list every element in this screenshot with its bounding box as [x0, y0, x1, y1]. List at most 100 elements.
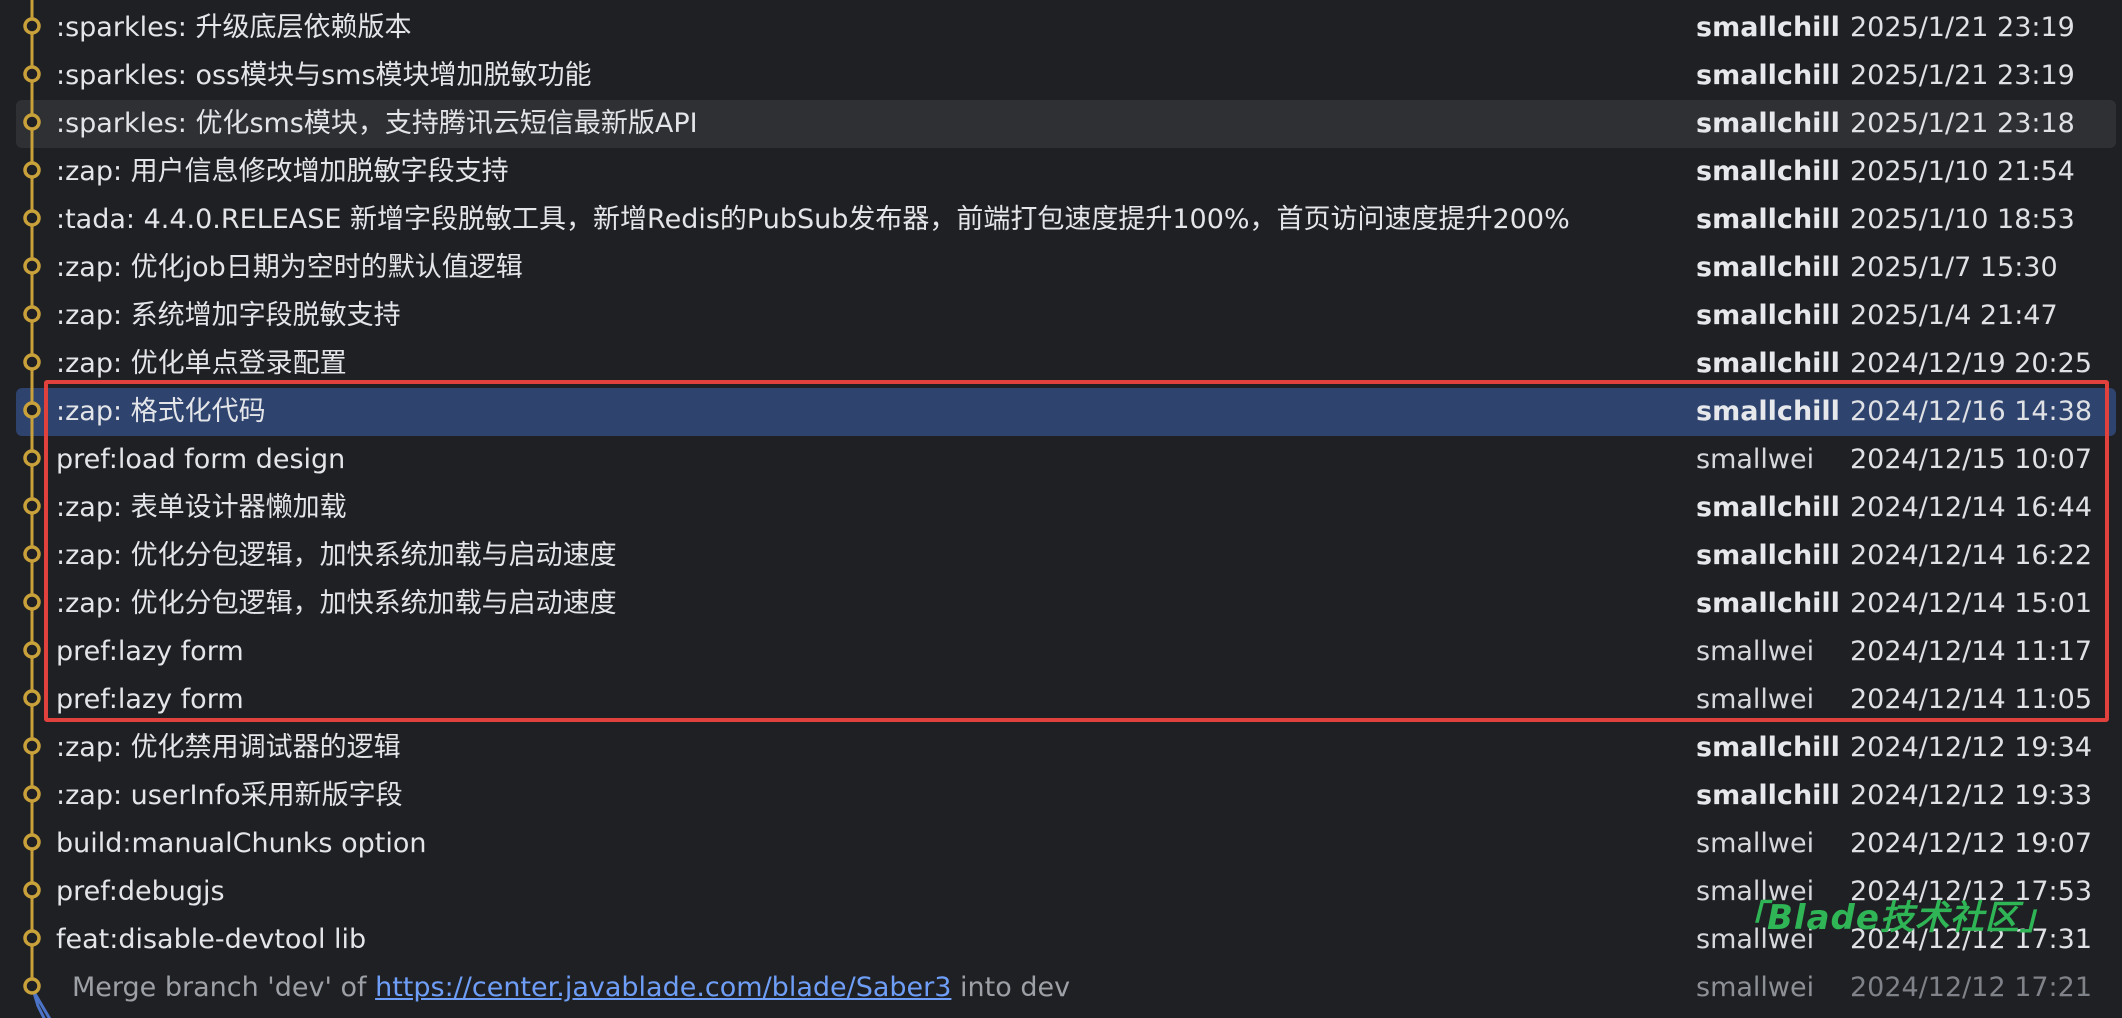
commit-author: smallwei — [1696, 924, 1815, 955]
commit-author: smallwei — [1696, 636, 1815, 667]
commit-date: 2024/12/12 17:53 — [1850, 876, 2093, 907]
commit-date: 2025/1/4 21:47 — [1850, 300, 2058, 331]
commit-row[interactable]: :zap: 表单设计器懒加载 smallchill 2024/12/14 16:44 — [16, 484, 2116, 532]
commit-node — [23, 65, 41, 83]
commit-message: :zap: 优化分包逻辑，加快系统加载与启动速度 — [56, 588, 617, 619]
commit-row[interactable]: :zap: 用户信息修改增加脱敏字段支持 smallchill 2025/1/10 … — [16, 148, 2116, 196]
commit-message: Merge branch 'dev' of https://center.jav… — [72, 964, 1070, 1012]
commit-date: 2024/12/14 11:17 — [1850, 636, 2093, 667]
commit-author: smallwei — [1696, 684, 1815, 715]
commit-message: :zap: 用户信息修改增加脱敏字段支持 — [56, 156, 509, 187]
commit-message: pref:debugjs — [56, 876, 225, 907]
commit-row[interactable]: pref:debugjs smallwei 2024/12/12 17:53 — [16, 868, 2116, 916]
commit-row-merge[interactable]: Merge branch 'dev' of https://center.jav… — [16, 964, 2116, 1012]
commit-author: smallwei — [1696, 972, 1815, 1003]
commit-author: smallchill — [1696, 300, 1840, 331]
commit-author: smallchill — [1696, 732, 1840, 763]
commit-row[interactable]: pref:lazy form smallwei 2024/12/14 11:17 — [16, 628, 2116, 676]
commit-node — [23, 209, 41, 227]
commit-row[interactable]: :zap: 优化禁用调试器的逻辑 smallchill 2024/12/12 19:… — [16, 724, 2116, 772]
commit-message: :sparkles: 优化sms模块，支持腾讯云短信最新版API — [56, 108, 698, 139]
commit-author: smallwei — [1696, 444, 1815, 475]
merge-message-suffix: into dev — [951, 972, 1071, 1003]
commit-author: smallchill — [1696, 12, 1840, 43]
commit-message: :zap: 优化job日期为空时的默认值逻辑 — [56, 252, 523, 283]
commit-node — [23, 113, 41, 131]
commit-node — [23, 689, 41, 707]
commit-node — [23, 737, 41, 755]
commit-row[interactable]: :sparkles: 升级底层依赖版本 smallchill 2025/1/21 2… — [16, 4, 2116, 52]
commit-message: :sparkles: 升级底层依赖版本 — [56, 12, 412, 43]
commit-node — [23, 161, 41, 179]
commit-author: smallchill — [1696, 252, 1840, 283]
commit-message: feat:disable-devtool lib — [56, 924, 367, 955]
commit-node — [23, 17, 41, 35]
commit-date: 2024/12/19 20:25 — [1850, 348, 2093, 379]
commit-date: 2025/1/21 23:19 — [1850, 12, 2075, 43]
commit-row[interactable]: :zap: 系统增加字段脱敏支持 smallchill 2025/1/4 21:47 — [16, 292, 2116, 340]
commit-node — [23, 305, 41, 323]
commit-node — [23, 545, 41, 563]
commit-node — [23, 929, 41, 947]
commit-message: :sparkles: oss模块与sms模块增加脱敏功能 — [56, 60, 592, 91]
commit-date: 2025/1/7 15:30 — [1850, 252, 2058, 283]
commit-node — [23, 641, 41, 659]
commit-message: :tada: 4.4.0.RELEASE 新增字段脱敏工具，新增Redis的Pu… — [56, 204, 1570, 235]
commit-author: smallchill — [1696, 540, 1840, 571]
commit-message: :zap: 优化禁用调试器的逻辑 — [56, 732, 401, 763]
commit-message: pref:lazy form — [56, 636, 244, 667]
commit-author: smallchill — [1696, 156, 1840, 187]
commit-node — [23, 497, 41, 515]
commit-row[interactable]: feat:disable-devtool lib smallwei 2024/12/… — [16, 916, 2116, 964]
commit-log: :sparkles: 升级底层依赖版本 smallchill 2025/1/21 2… — [0, 0, 2122, 1018]
commit-date: 2024/12/12 17:31 — [1850, 924, 2093, 955]
commit-node — [23, 785, 41, 803]
commit-date: 2024/12/14 16:44 — [1850, 492, 2093, 523]
commit-author: smallchill — [1696, 492, 1840, 523]
commit-node — [23, 833, 41, 851]
commit-date: 2024/12/12 19:33 — [1850, 780, 2093, 811]
commit-message: :zap: 优化分包逻辑，加快系统加载与启动速度 — [56, 540, 617, 571]
commit-row[interactable]: :tada: 4.4.0.RELEASE 新增字段脱敏工具，新增Redis的Pu… — [16, 196, 2116, 244]
commit-row[interactable]: :zap: 优化job日期为空时的默认值逻辑 smallchill 2025/1/7… — [16, 244, 2116, 292]
commit-date: 2024/12/14 16:22 — [1850, 540, 2093, 571]
commit-date: 2024/12/14 15:01 — [1850, 588, 2093, 619]
commit-author: smallchill — [1696, 588, 1840, 619]
commit-node — [23, 593, 41, 611]
merge-source-link[interactable]: https://center.javablade.com/blade/Saber… — [375, 972, 951, 1003]
commit-row[interactable]: :zap: 优化分包逻辑，加快系统加载与启动速度 smallchill 2024/1… — [16, 580, 2116, 628]
commit-date: 2024/12/16 14:38 — [1850, 396, 2093, 427]
commit-message: :zap: 表单设计器懒加载 — [56, 492, 347, 523]
commit-row[interactable]: build:manualChunks option smallwei 2024/12… — [16, 820, 2116, 868]
commit-row[interactable]: pref:lazy form smallwei 2024/12/14 11:05 — [16, 676, 2116, 724]
commit-date: 2024/12/14 11:05 — [1850, 684, 2093, 715]
commit-node — [23, 401, 41, 419]
commit-graph — [23, 0, 52, 1018]
commit-date: 2024/12/15 10:07 — [1850, 444, 2093, 475]
commit-row[interactable]: :zap: 格式化代码 smallchill 2024/12/16 14:38 — [16, 388, 2116, 436]
commit-author: smallchill — [1696, 348, 1840, 379]
commit-node — [23, 449, 41, 467]
commit-row[interactable]: :zap: 优化分包逻辑，加快系统加载与启动速度 smallchill 2024/1… — [16, 532, 2116, 580]
commit-date: 2024/12/12 19:34 — [1850, 732, 2093, 763]
commit-row[interactable]: :zap: 优化单点登录配置 smallchill 2024/12/19 20:25 — [16, 340, 2116, 388]
commit-message: pref:lazy form — [56, 684, 244, 715]
commit-message: pref:load form design — [56, 444, 346, 475]
commit-node — [23, 353, 41, 371]
commit-author: smallchill — [1696, 108, 1840, 139]
commit-date: 2025/1/21 23:18 — [1850, 108, 2075, 139]
commit-date: 2025/1/21 23:19 — [1850, 60, 2075, 91]
commit-author: smallwei — [1696, 828, 1815, 859]
commit-date: 2024/12/12 17:21 — [1850, 972, 2093, 1003]
commit-node — [23, 881, 41, 899]
commit-author: smallchill — [1696, 780, 1840, 811]
commit-row[interactable]: pref:load form design smallwei 2024/12/15 … — [16, 436, 2116, 484]
commit-date: 2025/1/10 21:54 — [1850, 156, 2075, 187]
commit-author: smallchill — [1696, 396, 1840, 427]
commit-row[interactable]: :sparkles: oss模块与sms模块增加脱敏功能 smallchill 20… — [16, 52, 2116, 100]
commit-row[interactable]: :sparkles: 优化sms模块，支持腾讯云短信最新版API smallchi… — [16, 100, 2116, 148]
commit-row[interactable]: :zap: userInfo采用新版字段 smallchill 2024/12/12… — [16, 772, 2116, 820]
commit-node — [23, 257, 41, 275]
commit-message: :zap: 优化单点登录配置 — [56, 348, 347, 379]
commit-message: :zap: userInfo采用新版字段 — [56, 780, 403, 811]
